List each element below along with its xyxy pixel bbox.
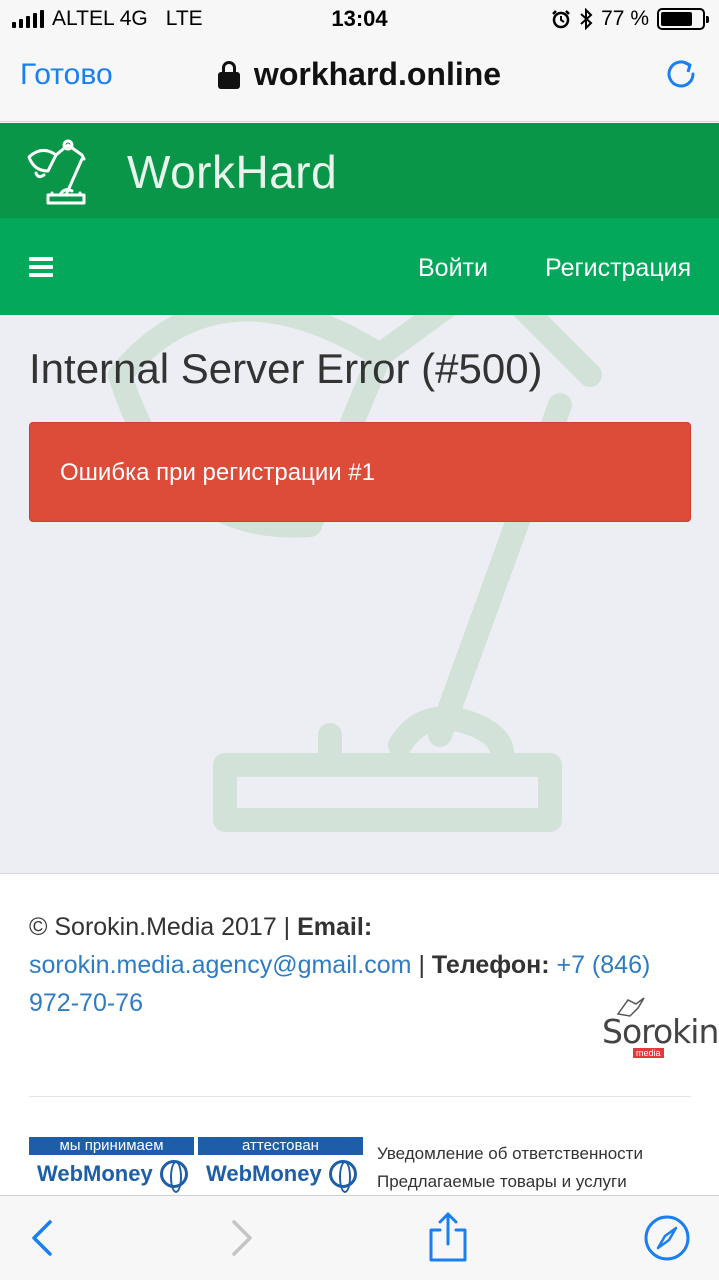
compass-icon[interactable] [642, 1210, 692, 1266]
lamp-watermark-icon [108, 315, 602, 832]
separator: | [418, 951, 425, 979]
hamburger-icon[interactable] [29, 257, 53, 277]
webmoney-attested-badge[interactable]: аттестован WebMoney [198, 1137, 363, 1195]
footer-link-liability[interactable]: Уведомление об ответственности [377, 1140, 643, 1168]
footer: © Sorokin.Media 2017 | Email: sorokin.me… [0, 873, 719, 1195]
webmoney-globe-icon [160, 1160, 188, 1193]
forward-icon[interactable] [216, 1210, 266, 1266]
alert-message: Ошибка при регистрации #1 [60, 459, 375, 486]
footer-link-goods[interactable]: Предлагаемые товары и услуги [377, 1168, 643, 1196]
error-alert: Ошибка при регистрации #1 [29, 422, 691, 522]
sorokin-media-logo[interactable]: Sorokin media [598, 996, 719, 1062]
sorokin-logo-name: Sorokin [602, 1012, 719, 1051]
back-icon[interactable] [20, 1210, 70, 1266]
footer-divider [29, 1096, 691, 1097]
nav-register-link[interactable]: Регистрация [545, 254, 691, 283]
site-header: WorkHard [0, 123, 719, 218]
url-text: workhard.online [253, 56, 502, 92]
status-bar: ALTEL 4G LTE 13:04 77 % [0, 0, 719, 40]
sorokin-logo-sub: media [633, 1048, 664, 1058]
site-nav: Войти Регистрация [0, 218, 719, 315]
lock-icon [217, 60, 240, 89]
webmoney-attested-top: аттестован [198, 1137, 363, 1155]
page-title: Internal Server Error (#500) [29, 345, 543, 392]
battery-percent: 77 % [601, 7, 649, 30]
email-link[interactable]: sorokin.media.agency@gmail.com [29, 951, 411, 979]
battery-icon [657, 8, 709, 30]
browser-toolbar [0, 1195, 719, 1280]
brand-name[interactable]: WorkHard [127, 145, 337, 199]
footer-links: Уведомление об ответственности Предлагае… [377, 1140, 643, 1196]
status-right: 77 % [551, 7, 709, 31]
main-content: Internal Server Error (#500) Ошибка при … [0, 315, 719, 873]
webmoney-attested-bottom: WebMoney [206, 1161, 322, 1186]
copyright-text: © Sorokin.Media 2017 | [29, 913, 291, 941]
alarm-icon [552, 10, 571, 29]
webmoney-accept-top: мы принимаем [29, 1137, 194, 1155]
share-icon[interactable] [423, 1210, 473, 1266]
webmoney-accept-badge[interactable]: мы принимаем WebMoney [29, 1137, 194, 1195]
nav-login-link[interactable]: Войти [418, 254, 488, 283]
email-label: Email: [297, 913, 373, 941]
bluetooth-icon [580, 8, 593, 30]
browser-address-bar: Готово workhard.online [0, 40, 719, 122]
url-field[interactable]: workhard.online [0, 56, 719, 93]
phone-label: Телефон: [431, 951, 550, 979]
lamp-logo-icon[interactable] [24, 135, 94, 207]
webmoney-accept-bottom: WebMoney [37, 1161, 153, 1186]
webmoney-globe-icon [329, 1160, 357, 1193]
footer-contacts: © Sorokin.Media 2017 | Email: sorokin.me… [29, 908, 669, 1022]
reload-icon[interactable] [663, 56, 699, 92]
